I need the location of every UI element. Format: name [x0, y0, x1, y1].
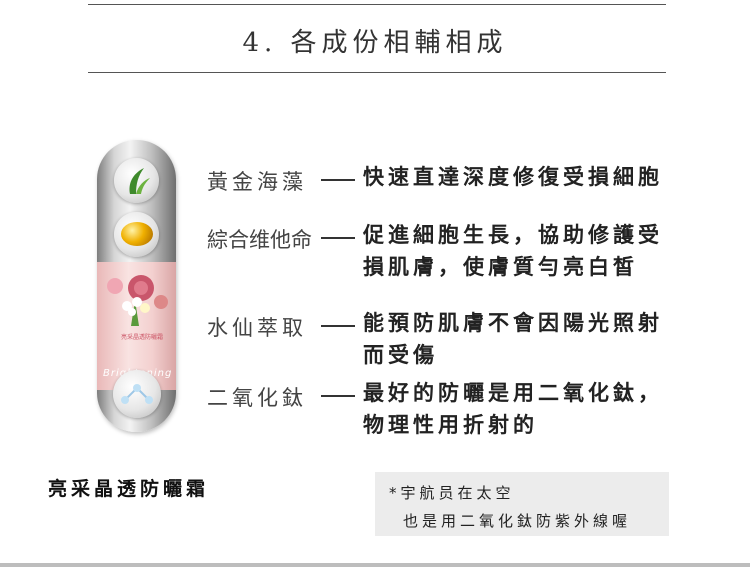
product-bottle-image: 亮采晶透防曬霜 Brightening — [97, 140, 176, 432]
description-line: 最好的防曬是用二氧化鈦， — [363, 381, 663, 405]
ingredient-description: 能預防肌膚不會因陽光照射 而受傷 — [363, 307, 663, 371]
note-box: *宇航员在太空 也是用二氧化鈦防紫外線喔 — [375, 472, 669, 536]
ingredient-name: 水仙萃取 — [207, 316, 307, 340]
ingredient-name: 二氧化鈦 — [207, 386, 307, 410]
title-divider — [88, 72, 666, 73]
product-name: 亮采晶透防曬霜 — [48, 478, 210, 500]
connector-dash — [321, 237, 355, 239]
seaweed-icon — [114, 158, 159, 203]
connector-dash — [321, 179, 355, 181]
description-line: 損肌膚，使膚質勻亮白皙 — [363, 255, 638, 279]
description-line: 而受傷 — [363, 343, 438, 367]
ingredient-description: 快速直達深度修復受損細胞 — [363, 161, 663, 193]
connector-dash — [321, 325, 355, 327]
ingredient-description: 最好的防曬是用二氧化鈦， 物理性用折射的 — [363, 377, 663, 441]
note-line-2: 也是用二氧化鈦防紫外線喔 — [403, 512, 632, 530]
ingredient-row: 二氧化鈦 最好的防曬是用二氧化鈦， 物理性用折射的 — [207, 381, 663, 441]
description-line: 物理性用折射的 — [363, 413, 538, 437]
connector-dash — [321, 395, 355, 397]
top-divider — [88, 4, 666, 5]
molecule-icon — [113, 370, 161, 418]
ingredient-description: 促進細胞生長，協助修護受 損肌膚，使膚質勻亮白皙 — [363, 219, 663, 283]
ingredient-row: 綜合维他命 促進細胞生長，協助修護受 損肌膚，使膚質勻亮白皙 — [207, 223, 663, 283]
bottle-label-text: 亮采晶透防曬霜 — [120, 334, 163, 341]
description-line: 能預防肌膚不會因陽光照射 — [363, 311, 663, 335]
ingredient-name: 黃金海藻 — [207, 170, 307, 194]
bottom-divider — [0, 563, 750, 567]
page-title: 4. 各成份相輔相成 — [242, 28, 508, 58]
vitamin-capsule-icon — [114, 212, 159, 257]
note-line-1: *宇航员在太空 — [389, 484, 515, 502]
ingredient-row: 水仙萃取 能預防肌膚不會因陽光照射 而受傷 — [207, 311, 663, 371]
description-line: 促進細胞生長，協助修護受 — [363, 223, 663, 247]
description-line: 快速直達深度修復受損細胞 — [363, 165, 663, 189]
ingredient-name: 綜合维他命 — [207, 228, 312, 252]
ingredient-row: 黃金海藻 快速直達深度修復受損細胞 — [207, 165, 663, 196]
